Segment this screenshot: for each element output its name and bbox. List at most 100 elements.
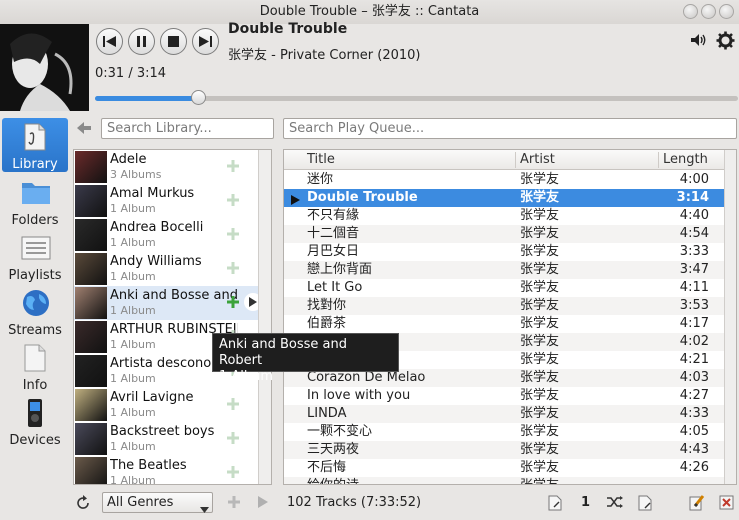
album-count: 1 Album (110, 304, 156, 317)
list-item[interactable]: Andy Williams 1 Album (74, 252, 271, 286)
column-header-length[interactable]: Length (663, 152, 708, 167)
sidebar-item-info[interactable]: Info (2, 339, 68, 393)
add-icon[interactable] (226, 397, 240, 411)
genre-select[interactable]: All Genres (102, 492, 213, 513)
cell-length: 4:11 (679, 280, 709, 295)
list-item[interactable]: Avril Lavigne 1 Album (74, 388, 271, 422)
table-row[interactable]: 不后悔 张学友 4:26 (284, 459, 724, 477)
sidebar-item-playlists[interactable]: Playlists (2, 229, 68, 283)
add-icon[interactable] (226, 295, 240, 309)
table-row[interactable]: 三天两夜 张学友 4:43 (284, 441, 724, 459)
sidebar-item-folders[interactable]: Folders (2, 174, 68, 228)
cell-artist: 张学友 (520, 424, 560, 439)
shuffle-icon[interactable] (607, 496, 623, 512)
playlist-page-icon[interactable] (638, 495, 654, 511)
table-row[interactable]: 不只有緣 张学友 4:40 (284, 207, 724, 225)
cell-artist: 张学友 (520, 442, 560, 457)
library-artist-list[interactable]: Adele 3 Albums Amal Murkus 1 Album Andrea Bo… (73, 149, 272, 485)
cell-length: 3:33 (679, 244, 709, 259)
library-search-placeholder: Search Library... (107, 121, 212, 136)
position-slider-handle[interactable] (190, 90, 206, 105)
pause-button[interactable] (128, 28, 155, 55)
play-icon[interactable] (258, 496, 274, 512)
table-row[interactable]: 伯爵茶 张学友 4:17 (284, 315, 724, 333)
cell-title: LINDA (307, 406, 347, 421)
queue-scrollbar[interactable] (724, 150, 736, 484)
table-row[interactable]: 给你的诗张学友 (284, 477, 724, 484)
cell-title: 迷你 (307, 172, 334, 187)
table-row[interactable]: LINDA 张学友 4:33 (284, 405, 724, 423)
clear-queue-icon[interactable] (719, 495, 735, 511)
stop-button[interactable] (160, 28, 187, 55)
sidebar-item-streams[interactable]: Streams (2, 284, 68, 338)
table-row[interactable]: 十二個音 张学友 4:54 (284, 225, 724, 243)
add-icon[interactable] (226, 227, 240, 241)
cell-artist: 张学友 (520, 370, 560, 385)
sidebar-item-label: Info (22, 378, 48, 393)
position-slider-fill (95, 96, 198, 101)
cell-length: 4:54 (679, 226, 709, 241)
album-count: 1 Album (110, 338, 156, 351)
add-icon[interactable] (226, 159, 240, 173)
add-to-queue-icon[interactable] (227, 495, 243, 511)
list-item[interactable]: Anki and Bosse and 1 Album (74, 286, 271, 320)
table-row[interactable]: 一颗不变心 张学友 4:05 (284, 423, 724, 441)
artist-name: Adele (110, 152, 147, 167)
artist-name: Backstreet boys (110, 424, 215, 439)
add-icon[interactable] (226, 193, 240, 207)
library-search-input[interactable]: Search Library... (101, 118, 274, 139)
table-row[interactable]: 月巴女日 张学友 3:33 (284, 243, 724, 261)
playlist-icon (21, 233, 51, 263)
table-row[interactable]: 迷你 张学友 4:00 (284, 171, 724, 189)
album-cover[interactable] (0, 24, 89, 111)
column-header-artist[interactable]: Artist (520, 152, 555, 167)
cell-length: 3:14 (676, 190, 709, 205)
column-header-title[interactable]: Title (307, 152, 335, 167)
album-count: 3 Albums (110, 168, 162, 181)
title-bar: Double Trouble – 张学友 :: Cantata (0, 0, 739, 24)
media-player-icon (21, 398, 49, 428)
minimize-button[interactable] (683, 4, 698, 19)
edit-tags-icon[interactable] (689, 494, 705, 511)
cell-title: 戀上你背面 (307, 262, 373, 277)
list-item[interactable]: The Beatles 1 Album (74, 456, 271, 484)
single-mode-indicator[interactable]: 1 (581, 495, 590, 510)
library-scrollbar[interactable] (258, 150, 271, 484)
add-icon[interactable] (226, 261, 240, 275)
queue-search-input[interactable]: Search Play Queue... (283, 118, 737, 139)
next-track-button[interactable] (192, 28, 219, 55)
sidebar-item-devices[interactable]: Devices (2, 394, 68, 448)
back-arrow-icon[interactable] (77, 122, 91, 138)
list-item[interactable]: Amal Murkus 1 Album (74, 184, 271, 218)
cell-artist: 张学友 (520, 406, 560, 421)
maximize-button[interactable] (701, 4, 716, 19)
cell-artist: 张学友 (520, 208, 560, 223)
previous-track-button[interactable] (96, 28, 123, 55)
refresh-icon[interactable] (75, 495, 91, 511)
list-item[interactable]: Backstreet boys 1 Album (74, 422, 271, 456)
cell-artist: 张学友 (520, 334, 560, 349)
gear-icon[interactable] (716, 31, 735, 54)
add-icon[interactable] (226, 431, 240, 445)
table-row[interactable]: 戀上你背面 张学友 3:47 (284, 261, 724, 279)
cell-artist: 张学友 (520, 172, 560, 187)
library-icon (21, 122, 49, 152)
table-row[interactable]: In love with you 张学友 4:27 (284, 387, 724, 405)
play-queue[interactable]: Title Artist Length 迷你 张学友 4:00 Double Trou… (283, 149, 737, 485)
table-row[interactable]: Let It Go 张学友 4:11 (284, 279, 724, 297)
volume-icon[interactable] (690, 33, 708, 51)
artist-name: Avril Lavigne (110, 390, 194, 405)
artist-tooltip: Anki and Bosse and Robert 1 Album (212, 333, 399, 384)
close-button[interactable] (719, 4, 734, 19)
artist-name: Andy Williams (110, 254, 202, 269)
list-item[interactable]: Andrea Bocelli 1 Album (74, 218, 271, 252)
sidebar-item-library[interactable]: Library (2, 118, 68, 172)
table-row[interactable]: 找對你 张学友 3:53 (284, 297, 724, 315)
artist-thumbnail (75, 389, 107, 421)
page-icon[interactable] (548, 495, 564, 511)
add-icon[interactable] (226, 465, 240, 479)
cell-artist: 张学友 (520, 262, 560, 277)
cell-artist: 张学友 (520, 352, 560, 367)
table-row[interactable]: Double Trouble 张学友 3:14 (284, 189, 724, 207)
list-item[interactable]: Adele 3 Albums (74, 150, 271, 184)
